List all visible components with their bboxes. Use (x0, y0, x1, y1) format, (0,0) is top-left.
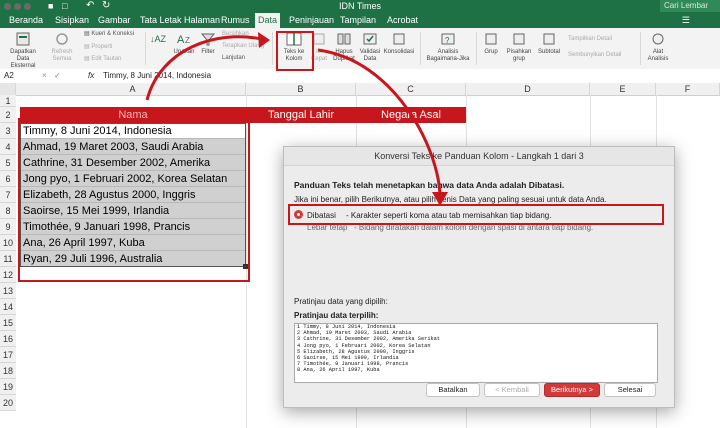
annotation-arrows (145, 32, 448, 206)
arrow-to-delimited (317, 48, 442, 199)
arrow-head-ribbon (258, 32, 270, 48)
arrow-head-delimited (432, 192, 448, 206)
arrow-to-ribbon (145, 35, 267, 101)
